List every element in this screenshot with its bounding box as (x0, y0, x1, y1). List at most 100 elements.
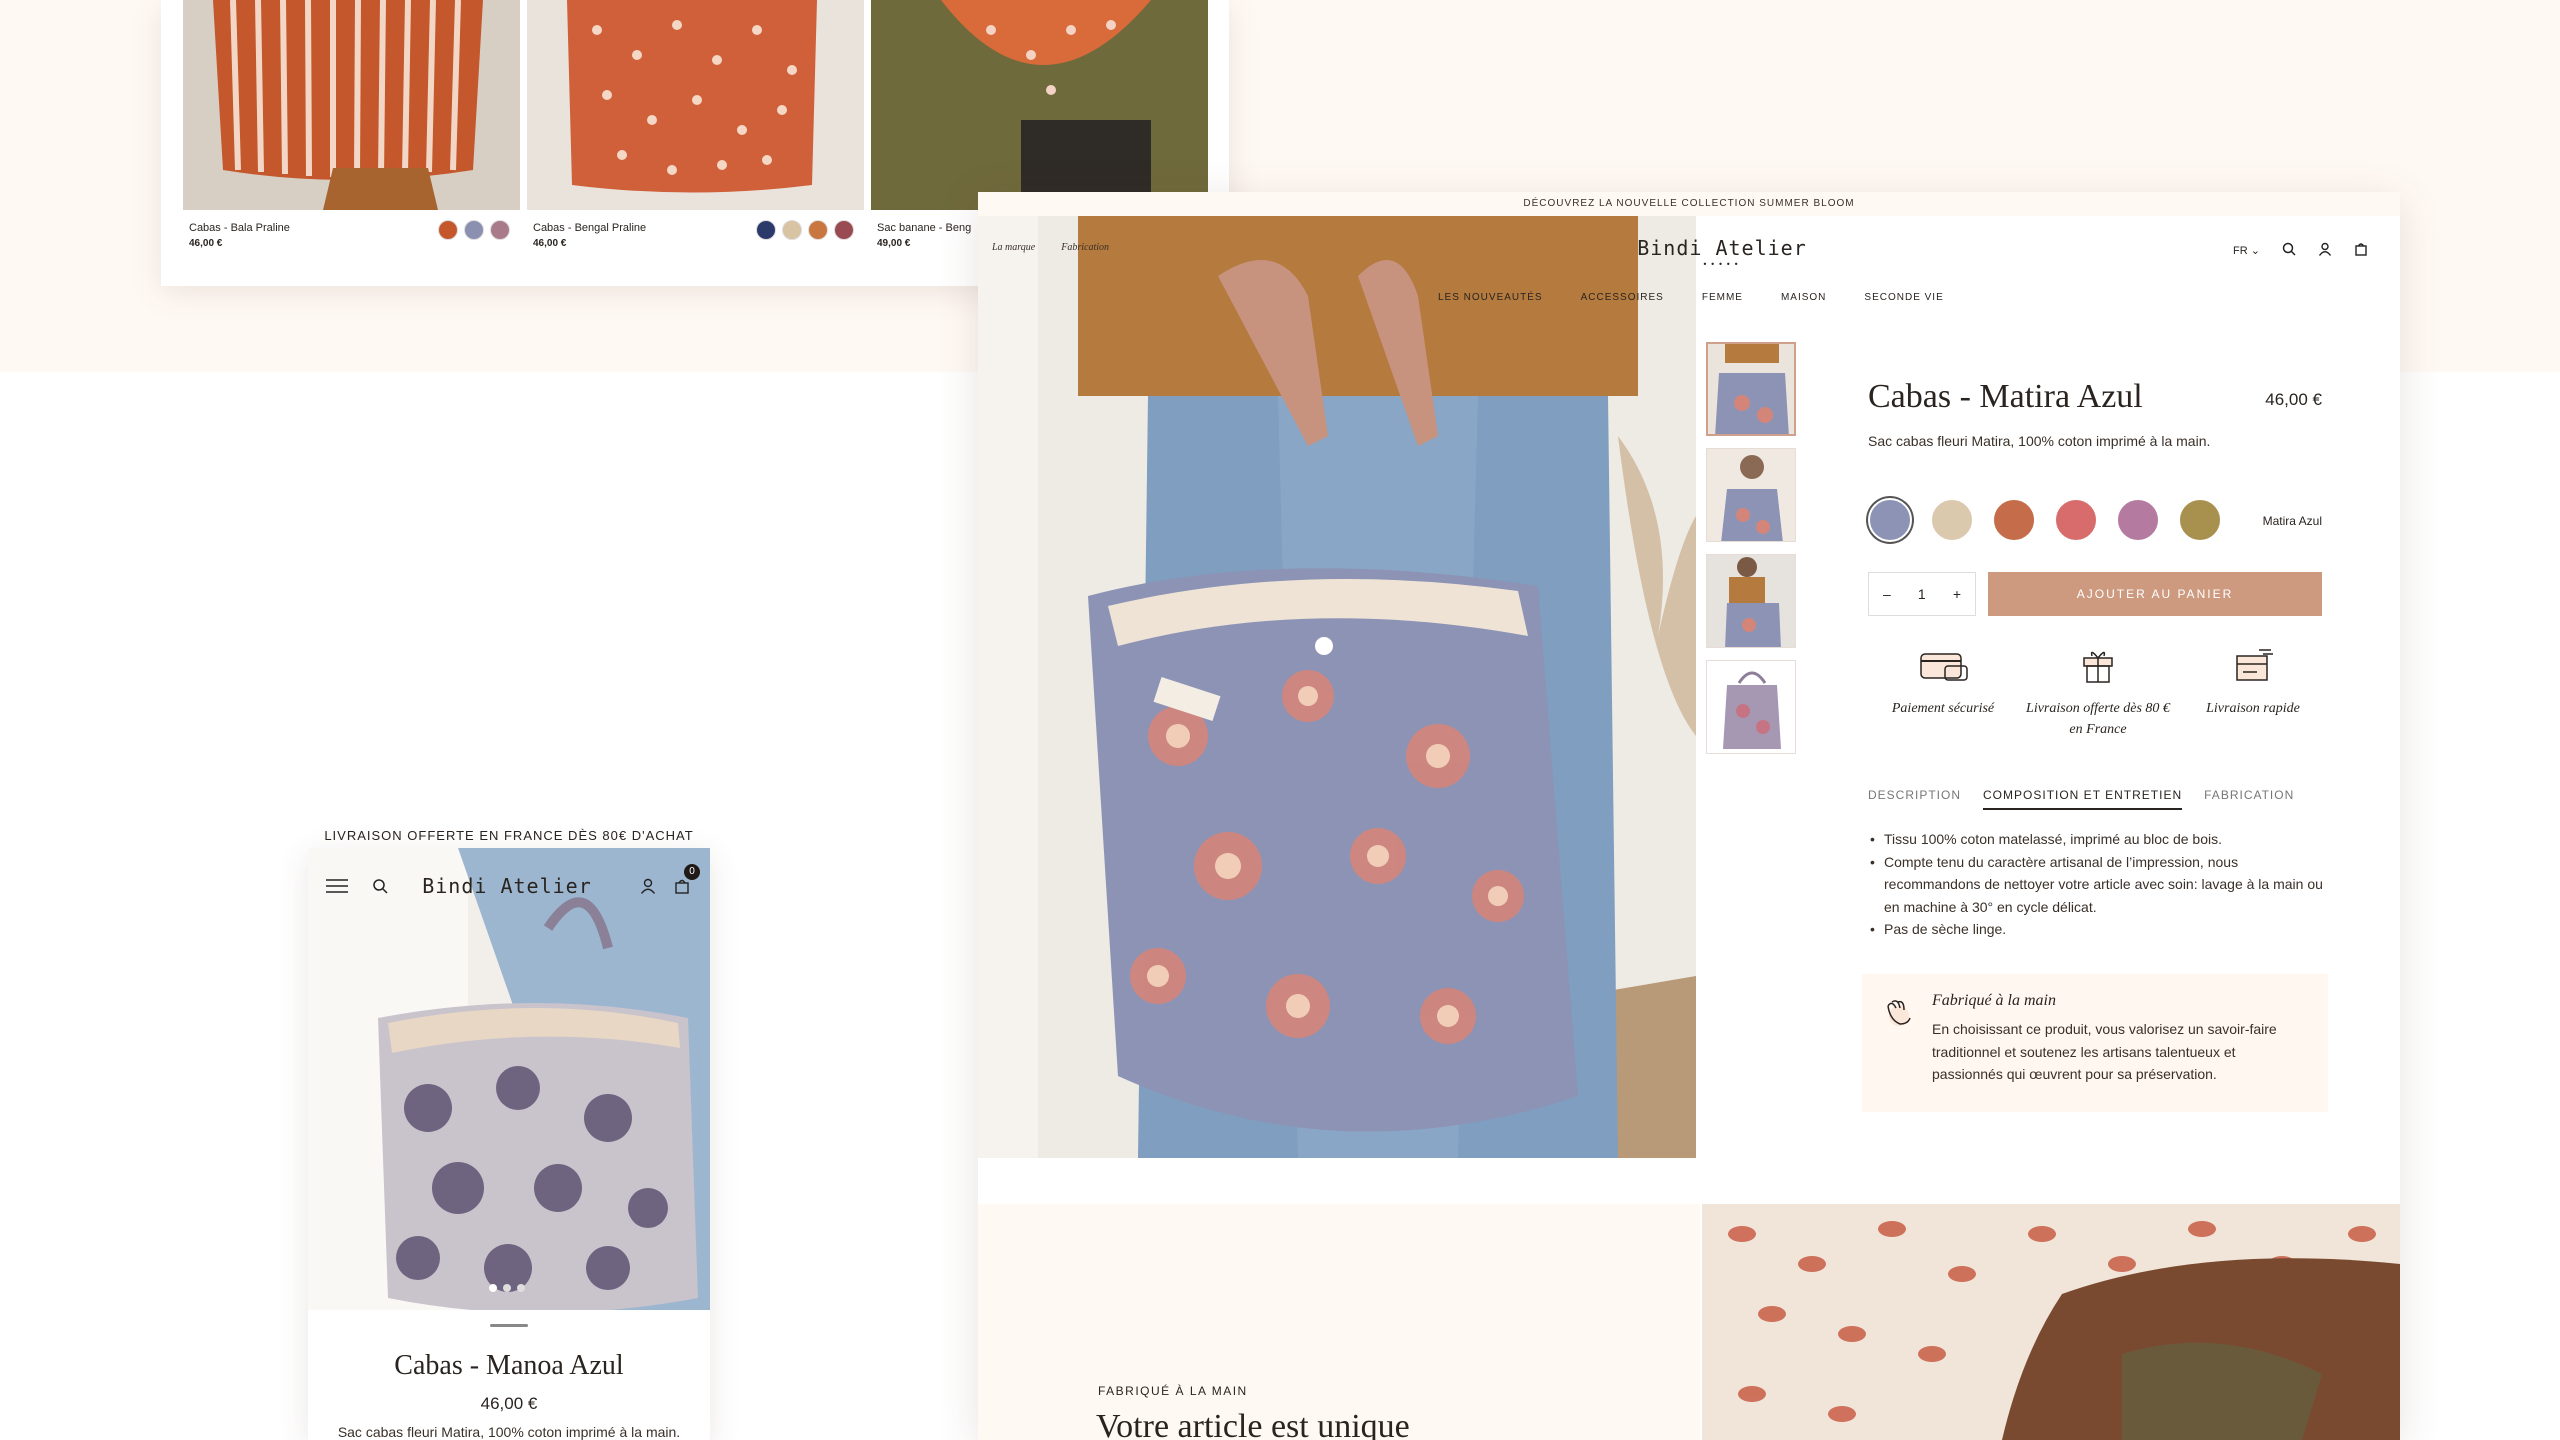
list-item: Pas de sèche linge. (1868, 918, 2328, 941)
quantity-decrease-button[interactable]: – (1883, 586, 1891, 602)
mobile-product-sheet: Cabas - Manoa Azul 46,00 € Sac cabas fle… (308, 1310, 710, 1440)
search-icon[interactable] (2282, 242, 2296, 259)
brand-logo[interactable]: Bindi Atelier ••••• (1602, 236, 1842, 269)
nav-item-femme[interactable]: FEMME (1702, 292, 1743, 303)
cart-icon[interactable] (2354, 242, 2368, 259)
product-card[interactable]: Cabas - Bala Praline 46,00 € (183, 0, 520, 286)
thumbnail-gallery (1706, 342, 1796, 754)
account-icon[interactable] (2318, 242, 2332, 259)
reassurance-list: Paiement sécurisé Livraison offerte dès … (1868, 642, 2328, 740)
reassurance-label: Livraison rapide (2206, 701, 2300, 716)
list-item: Tissu 100% coton matelassé, imprimé au b… (1868, 828, 2328, 851)
tab-fabrication[interactable]: FABRICATION (2204, 788, 2294, 810)
thumbnail[interactable] (1706, 448, 1796, 542)
search-icon[interactable] (372, 878, 388, 899)
mobile-product-price: 46,00 € (480, 1394, 538, 1413)
quantity-value[interactable]: 1 (1918, 586, 1926, 602)
handmade-title: Fabriqué à la main (1932, 992, 2056, 1009)
mobile-announcement-bar: LIVRAISON OFFERTE EN FRANCE DÈS 80€ D'AC… (308, 822, 710, 850)
tab-description[interactable]: DESCRIPTION (1868, 788, 1961, 810)
story-section: FABRIQUÉ À LA MAIN Votre article est uni… (978, 1204, 1700, 1440)
announcement-bar: DÉCOUVREZ LA NOUVELLE COLLECTION SUMMER … (978, 192, 2400, 216)
variant-swatches (1868, 498, 2222, 542)
tab-composition[interactable]: COMPOSITION ET ENTRETIEN (1983, 788, 2183, 810)
product-image[interactable] (871, 0, 1208, 210)
list-item: Compte tenu du caractère artisanal de l’… (1868, 851, 2328, 919)
color-swatch[interactable] (756, 220, 776, 240)
nav-item-nouveautes[interactable]: LES NOUVEAUTÉS (1438, 292, 1543, 303)
variant-swatch[interactable] (1930, 498, 1974, 542)
header-actions: FR ⌄ (2233, 242, 2368, 259)
block-printing-image (1702, 1204, 2400, 1440)
product-tabs: DESCRIPTION COMPOSITION ET ENTRETIEN FAB… (1868, 788, 2294, 810)
variant-swatch[interactable] (1992, 498, 2036, 542)
hamburger-menu-icon[interactable] (326, 878, 348, 899)
reassurance-item: Livraison offerte dès 80 € en France (2023, 642, 2173, 740)
product-card[interactable]: Cabas - Bengal Praline 46,00 € (527, 0, 864, 286)
cart-count-badge: 0 (684, 864, 700, 880)
section-title: Votre article est unique (1096, 1408, 1410, 1440)
color-swatch[interactable] (490, 220, 510, 240)
quantity-stepper: – 1 + (1868, 572, 1976, 616)
mobile-product-description: Sac cabas fleuri Matira, 100% coton impr… (337, 1424, 681, 1440)
variant-swatch[interactable] (1868, 498, 1912, 542)
product-price: 46,00 € (2265, 390, 2322, 409)
desktop-product-page: DÉCOUVREZ LA NOUVELLE COLLECTION SUMMER … (978, 192, 2400, 1440)
product-price: 46,00 € (533, 238, 567, 249)
product-name[interactable]: Cabas - Bala Praline (189, 222, 290, 234)
reassurance-label: Paiement sécurisé (1891, 701, 1995, 716)
product-description: Sac cabas fleuri Matira, 100% coton impr… (1868, 433, 2211, 449)
variant-swatch[interactable] (2054, 498, 2098, 542)
variant-swatch[interactable] (2178, 498, 2222, 542)
color-swatch[interactable] (782, 220, 802, 240)
hand-icon (1882, 996, 1916, 1035)
sheet-handle[interactable] (490, 1324, 528, 1327)
reassurance-item: Paiement sécurisé (1868, 642, 2018, 740)
nav-item-maison[interactable]: MAISON (1781, 292, 1826, 303)
color-swatch[interactable] (834, 220, 854, 240)
main-nav: LES NOUVEAUTÉS ACCESSOIRES FEMME MAISON … (1438, 292, 1944, 303)
product-price: 49,00 € (877, 238, 911, 249)
fast-delivery-icon (2178, 642, 2328, 690)
mobile-product-page: Bindi Atelier 0 Cabas - Manoa Azul 46,00… (308, 848, 710, 1440)
reassurance-label: Livraison offerte dès 80 € en France (2026, 701, 2170, 737)
color-swatch[interactable] (438, 220, 458, 240)
handmade-callout: Fabriqué à la main En choisissant ce pro… (1862, 974, 2328, 1112)
account-icon[interactable] (640, 878, 656, 899)
variant-swatch[interactable] (2116, 498, 2160, 542)
quantity-increase-button[interactable]: + (1953, 586, 1961, 602)
product-title: Cabas - Matira Azul (1868, 378, 2143, 415)
thumbnail[interactable] (1706, 660, 1796, 754)
mobile-header: Bindi Atelier 0 (308, 862, 710, 898)
color-swatches (756, 220, 854, 240)
composition-list: Tissu 100% coton matelassé, imprimé au b… (1868, 828, 2328, 941)
cart-icon[interactable] (674, 878, 690, 899)
language-selector[interactable]: FR ⌄ (2233, 244, 2260, 257)
language-label: FR (2233, 245, 2248, 257)
logo-text: Bindi Atelier (1637, 236, 1807, 260)
secondary-nav: La marque Fabrication (992, 242, 1109, 253)
section-eyebrow: FABRIQUÉ À LA MAIN (1098, 1384, 1248, 1398)
color-swatch[interactable] (464, 220, 484, 240)
reassurance-item: Livraison rapide (2178, 642, 2328, 740)
color-swatch[interactable] (808, 220, 828, 240)
nav-link-la-marque[interactable]: La marque (992, 242, 1035, 253)
thumbnail[interactable] (1706, 554, 1796, 648)
card-icon (1868, 642, 2018, 690)
nav-item-accessoires[interactable]: ACCESSOIRES (1581, 292, 1664, 303)
product-price: 46,00 € (189, 238, 223, 249)
handmade-body: En choisissant ce produit, vous valorise… (1932, 1021, 2277, 1082)
product-image[interactable] (183, 0, 520, 210)
product-name[interactable]: Cabas - Bengal Praline (533, 222, 646, 234)
logo-dots: ••••• (1702, 260, 1742, 269)
thumbnail[interactable] (1706, 342, 1796, 436)
nav-link-fabrication[interactable]: Fabrication (1061, 242, 1109, 253)
mobile-product-image[interactable] (308, 848, 710, 1310)
main-product-image[interactable] (978, 216, 1696, 1158)
mobile-logo[interactable]: Bindi Atelier (422, 874, 592, 898)
gift-icon (2023, 642, 2173, 690)
nav-item-seconde-vie[interactable]: SECONDE VIE (1864, 292, 1943, 303)
add-to-cart-button[interactable]: AJOUTER AU PANIER (1988, 572, 2322, 616)
product-image[interactable] (527, 0, 864, 210)
product-name[interactable]: Sac banane - Beng (877, 222, 971, 234)
